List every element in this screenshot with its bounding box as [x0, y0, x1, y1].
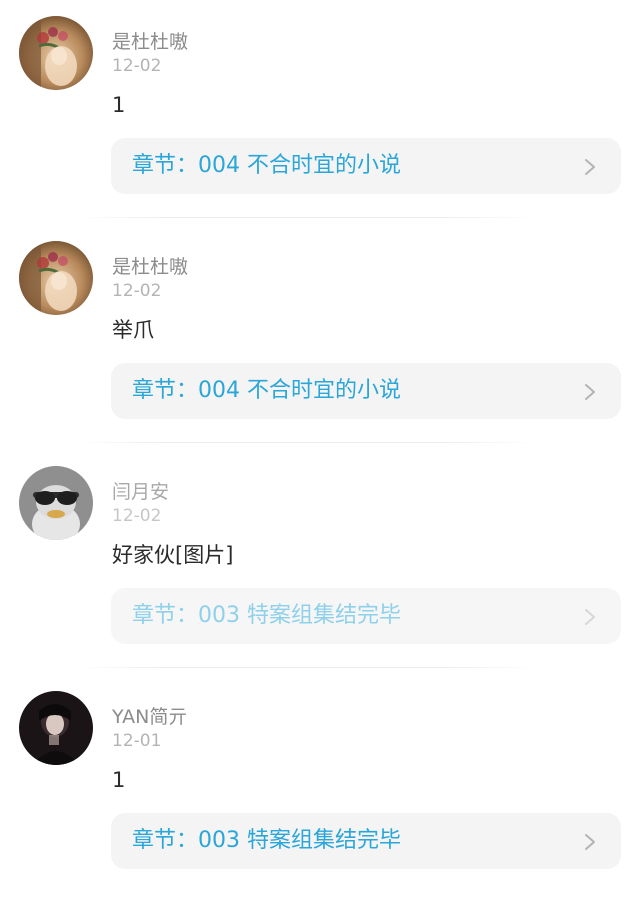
chapter-link-card[interactable]: 章节：004 不合时宜的小说 [111, 138, 621, 194]
chapter-label: 章节：004 不合时宜的小说 [132, 378, 401, 403]
chevron-right-icon [585, 159, 595, 175]
avatar[interactable] [19, 16, 93, 90]
username[interactable]: 闫月安 [112, 480, 169, 504]
chevron-right-icon [585, 609, 595, 625]
comment-date: 12-02 [112, 506, 162, 526]
chapter-label: 章节：004 不合时宜的小说 [132, 153, 401, 178]
chapter-link-card[interactable]: 章节：004 不合时宜的小说 [111, 363, 621, 419]
chapter-link-card[interactable]: 章节：003 特案组集结完毕 [111, 813, 621, 869]
avatar-flowers-icon [19, 16, 93, 90]
avatar[interactable] [19, 241, 93, 315]
comment-item: 是杜杜嗷 12-02 举爪 章节：004 不合时宜的小说 [0, 225, 640, 450]
comment-date: 12-02 [112, 281, 162, 301]
divider [75, 667, 535, 668]
username[interactable]: YAN简亓 [112, 705, 187, 729]
comment-date: 12-02 [112, 56, 162, 76]
divider [75, 442, 535, 443]
chevron-right-icon [585, 834, 595, 850]
comment-text: 举爪 [112, 318, 154, 342]
comment-item: 是杜杜嗷 12-02 1 章节：004 不合时宜的小说 [0, 0, 640, 225]
avatar[interactable] [19, 466, 93, 540]
comment-text: 1 [112, 768, 126, 792]
chapter-label: 章节：003 特案组集结完毕 [132, 603, 401, 628]
avatar-flowers-icon [19, 241, 93, 315]
avatar[interactable] [19, 691, 93, 765]
username[interactable]: 是杜杜嗷 [112, 255, 188, 279]
username[interactable]: 是杜杜嗷 [112, 30, 188, 54]
divider [75, 217, 535, 218]
chevron-right-icon [585, 384, 595, 400]
chapter-label: 章节：003 特案组集结完毕 [132, 828, 401, 853]
comment-text: 1 [112, 93, 126, 117]
avatar-dark-portrait-icon [19, 691, 93, 765]
comment-text: 好家伙[图片] [112, 543, 234, 567]
comment-item: YAN简亓 12-01 1 章节：003 特案组集结完毕 [0, 675, 640, 900]
avatar-duck-sunglasses-icon [19, 466, 93, 540]
comment-date: 12-01 [112, 731, 162, 751]
chapter-link-card[interactable]: 章节：003 特案组集结完毕 [111, 588, 621, 644]
comment-item: 闫月安 12-02 好家伙[图片] 章节：003 特案组集结完毕 [0, 450, 640, 675]
